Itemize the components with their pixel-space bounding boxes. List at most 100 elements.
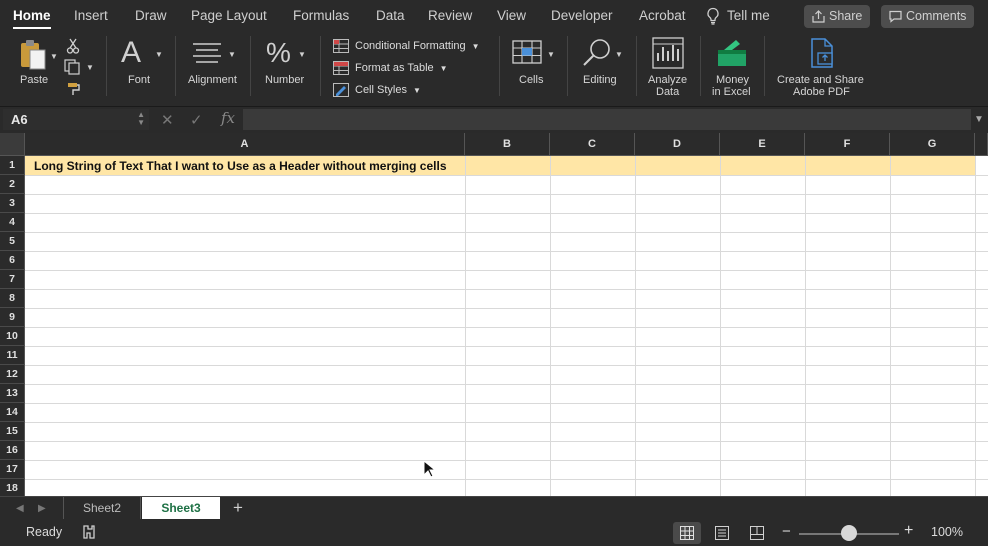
sheet-tab-bar: ◀ ▶ Sheet2 Sheet3 +	[0, 496, 988, 520]
adobe-pdf-icon	[811, 38, 833, 68]
row-header-14[interactable]: 14	[0, 403, 25, 422]
ribbon-separator	[567, 36, 568, 96]
comments-button[interactable]: Comments	[881, 5, 975, 28]
number-label: Number	[265, 74, 305, 86]
row-header-9[interactable]: 9	[0, 308, 25, 327]
chevron-down-icon: ▼	[412, 86, 421, 95]
page-break-view-button[interactable]	[743, 522, 771, 544]
ribbon-separator	[700, 36, 701, 96]
number-caret-icon: ▼	[298, 50, 306, 59]
share-icon	[812, 10, 825, 23]
normal-view-icon	[680, 526, 694, 540]
select-all-corner[interactable]	[0, 133, 25, 156]
money-in-excel-label-2: in Excel	[712, 86, 751, 98]
sheet-tab-sheet3[interactable]: Sheet3	[142, 497, 220, 519]
gridline-horizontal	[25, 422, 988, 423]
name-box-stepper-icon[interactable]: ▲ ▼	[137, 111, 145, 127]
column-header-d[interactable]: D	[635, 133, 720, 156]
insert-function-button[interactable]: fx	[221, 109, 235, 127]
add-sheet-button[interactable]: +	[233, 497, 243, 519]
ribbon-separator	[764, 36, 765, 96]
tab-data[interactable]: Data	[376, 0, 405, 32]
analyze-data-label-1: Analyze	[648, 74, 688, 86]
conditional-formatting-button[interactable]: Conditional Formatting ▼	[333, 37, 480, 55]
paste-icon	[21, 40, 46, 70]
tab-acrobat[interactable]: Acrobat	[639, 0, 686, 32]
normal-view-button[interactable]	[673, 522, 701, 544]
zoom-percentage[interactable]: 100%	[931, 525, 963, 539]
column-header-a[interactable]: A	[25, 133, 465, 156]
column-header-filler	[975, 133, 988, 156]
percent-icon: %	[266, 37, 291, 68]
format-as-table-button[interactable]: Format as Table ▼	[333, 59, 448, 77]
conditional-formatting-label: Conditional Formatting	[355, 40, 466, 52]
row-header-7[interactable]: 7	[0, 270, 25, 289]
tab-draw[interactable]: Draw	[135, 0, 167, 32]
row-header-2[interactable]: 2	[0, 175, 25, 194]
tab-developer[interactable]: Developer	[551, 0, 613, 32]
gridline-vertical	[635, 156, 636, 496]
alignment-label: Alignment	[188, 74, 237, 86]
copy-caret-icon[interactable]: ▼	[86, 63, 94, 72]
name-box[interactable]: A6 ▲ ▼	[3, 109, 149, 130]
tab-home[interactable]: Home	[13, 0, 51, 32]
expand-formula-bar-icon[interactable]: ▼	[974, 114, 984, 125]
column-header-f[interactable]: F	[805, 133, 890, 156]
prev-sheet-icon[interactable]: ◀	[16, 503, 24, 514]
column-header-c[interactable]: C	[550, 133, 635, 156]
tab-view[interactable]: View	[497, 0, 526, 32]
column-header-b[interactable]: B	[465, 133, 550, 156]
cell-styles-button[interactable]: Cell Styles ▼	[333, 81, 421, 99]
zoom-in-button[interactable]: +	[904, 522, 913, 540]
zoom-slider-thumb[interactable]	[841, 525, 857, 541]
ribbon-separator	[636, 36, 637, 96]
row-header-13[interactable]: 13	[0, 384, 25, 403]
format-painter-icon[interactable]	[66, 81, 82, 97]
zoom-out-button[interactable]: −	[782, 523, 791, 540]
cell-a1[interactable]: Long String of Text That I want to Use a…	[34, 156, 447, 176]
gridline-vertical	[550, 156, 551, 496]
cancel-icon[interactable]: ✕	[161, 111, 174, 129]
tell-me-search[interactable]: Tell me	[727, 0, 770, 32]
row-header-3[interactable]: 3	[0, 194, 25, 213]
ribbon-toolbar: ▼ Paste ▼ A ▼ Font ▼ Alignment % ▼ Numbe…	[0, 32, 988, 104]
row-header-1[interactable]: 1	[0, 156, 25, 175]
money-in-excel-icon	[718, 40, 746, 66]
row-header-6[interactable]: 6	[0, 251, 25, 270]
row-header-18[interactable]: 18	[0, 479, 25, 496]
row-header-5[interactable]: 5	[0, 232, 25, 251]
row-header-4[interactable]: 4	[0, 213, 25, 232]
tab-review[interactable]: Review	[428, 0, 472, 32]
paste-label: Paste	[20, 74, 49, 86]
spreadsheet-grid[interactable]: Long String of Text That I want to Use a…	[0, 133, 988, 496]
lightbulb-icon	[707, 7, 719, 25]
comment-icon	[889, 10, 902, 23]
confirm-check-icon[interactable]: ✓	[190, 111, 203, 129]
gridline-horizontal	[25, 441, 988, 442]
page-break-view-icon	[750, 526, 764, 540]
ribbon-separator	[175, 36, 176, 96]
tab-formulas[interactable]: Formulas	[293, 0, 349, 32]
cut-icon[interactable]	[66, 38, 80, 54]
row-header-16[interactable]: 16	[0, 441, 25, 460]
copy-icon[interactable]	[64, 59, 82, 75]
sheet-tab-sheet2[interactable]: Sheet2	[63, 497, 141, 519]
row-header-8[interactable]: 8	[0, 289, 25, 308]
page-layout-view-button[interactable]	[708, 522, 736, 544]
ribbon-separator	[499, 36, 500, 96]
row-header-11[interactable]: 11	[0, 346, 25, 365]
column-header-g[interactable]: G	[890, 133, 975, 156]
row-header-10[interactable]: 10	[0, 327, 25, 346]
share-button[interactable]: Share	[804, 5, 871, 28]
formula-input[interactable]	[243, 109, 971, 130]
row-header-17[interactable]: 17	[0, 460, 25, 479]
gridline-vertical	[465, 156, 466, 496]
column-header-e[interactable]: E	[720, 133, 805, 156]
share-button-label: Share	[829, 9, 863, 23]
tab-page-layout[interactable]: Page Layout	[191, 0, 267, 32]
next-sheet-icon[interactable]: ▶	[38, 503, 46, 514]
macro-recording-icon[interactable]	[82, 524, 96, 540]
row-header-15[interactable]: 15	[0, 422, 25, 441]
row-header-12[interactable]: 12	[0, 365, 25, 384]
tab-insert[interactable]: Insert	[74, 0, 108, 32]
